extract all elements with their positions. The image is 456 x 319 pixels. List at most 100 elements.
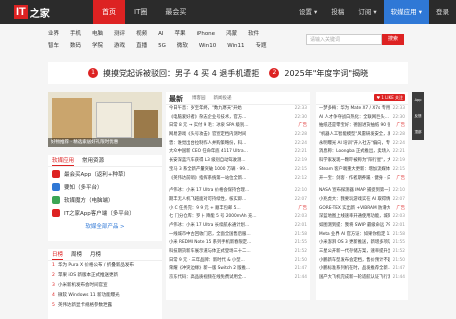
category-link[interactable]: 手机: [70, 28, 81, 40]
news-item[interactable]: 今日午音：岁至年终，"数九寒天"开始 22:33: [166, 105, 310, 114]
news-item[interactable]: 小米 REDMI Note 15 系列手机新春限定… 21:55: [166, 239, 310, 248]
news-item[interactable]: 卢伟冰：小米 17 Ultra 长续航永通计划… 22:01: [166, 222, 310, 231]
category-link[interactable]: 测评: [114, 28, 125, 40]
news-item[interactable]: 日常 8 元 → 实付 9 毛：冰泉 SPA 级别… 广告: [166, 122, 310, 131]
news-item[interactable]: "机器人工智能模型"风雷研发安全，发改…22:28: [316, 131, 408, 140]
news-item[interactable]: 小 C 任务完：9 9 元 + 顺丰包邮 5… 广告: [166, 205, 310, 214]
category-link[interactable]: 业界: [48, 28, 59, 40]
news-item[interactable]: 京东代码：高品质视频在线免费试用全… 21:44: [166, 274, 310, 283]
apps-menu[interactable]: 软媒应用 ▾: [383, 0, 429, 24]
news-item[interactable]: 《电脑爱好者》杂志企业号技术，官方… 22:30: [166, 114, 310, 123]
news-item[interactable]: 科学家发现一颗吓被称为"阳行星"，大气…22:19: [316, 157, 408, 166]
nav-it-circle[interactable]: IT圈: [125, 0, 156, 24]
category-link[interactable]: 微软: [177, 40, 188, 52]
search-input[interactable]: 请输入关键词: [306, 34, 382, 45]
search-button[interactable]: 搜索: [382, 34, 404, 45]
category-link[interactable]: iPhone: [196, 28, 215, 40]
news-item[interactable]: 七 门分仓库：罗卜 降能 5 号 2000mAh 充… 22:03: [166, 213, 310, 222]
tab-blog[interactable]: 博客园: [192, 94, 206, 104]
news-time: 21:44: [392, 275, 405, 281]
nav-home[interactable]: 首页: [93, 0, 125, 24]
news-item[interactable]: 抽纸还是零宝好：德国进货抽纸 90 张 2… 广告: [316, 122, 408, 131]
site-logo[interactable]: IT 之家: [14, 3, 50, 21]
rank-item[interactable]: 1 华为 Pura X 价格公布 / 折叠新品发布: [48, 261, 162, 271]
app-icon: [52, 195, 60, 204]
tab-latest[interactable]: 最新: [169, 94, 183, 104]
category-link[interactable]: 电脑: [92, 28, 103, 40]
feedback-button[interactable]: 反馈: [412, 108, 424, 124]
rank-item[interactable]: 2 苹果 iOS 新版本正式推送更新: [48, 271, 162, 281]
news-time: 21:52: [392, 249, 405, 254]
news-item[interactable]: 《英伟达前哨》指挥系统第一站位全新… 22:12: [166, 175, 310, 184]
news-item[interactable]: Steam 客户端重大更新：增加流媒体功能…22:15: [316, 166, 408, 175]
category-link[interactable]: 智车: [48, 40, 59, 52]
news-item[interactable]: 三星公开新一代存储方案，速率提升显… 21:52: [316, 248, 408, 257]
tab-monthly[interactable]: 月榜: [90, 249, 101, 260]
software-item[interactable]: IT之家App客户端（多平台）: [48, 206, 162, 219]
news-item[interactable]: Meta 业界 AI 官方证：如果你指定 13 岁…21:58: [316, 231, 408, 240]
tab-resources[interactable]: 常用资源: [82, 155, 104, 166]
category-link[interactable]: Win10: [199, 40, 216, 52]
news-item[interactable]: 小鹏新车型发布会定档，售价预计不超… 21:50: [316, 257, 408, 266]
news-item[interactable]: 期丰无人机飞越面对可持续性，核实即… 22:07: [166, 196, 310, 205]
news-item[interactable]: GORE-TEX 实出新 +VIBRAM 防滑大底… 广告: [316, 205, 408, 214]
like-follow-button[interactable]: ♥ 1 LIKE 关注: [374, 94, 405, 101]
news-item[interactable]: 小兆虎大：我要玩游戏实在 AI 取得情况…22:07: [316, 196, 408, 205]
nav-zuihuimai[interactable]: 最会买: [156, 0, 195, 24]
news-item[interactable]: 卢伟冰：小米 17 Ultra 价格会保持合理… 22:10: [166, 187, 310, 196]
software-item[interactable]: 最会买App（返利+种草）: [48, 167, 162, 180]
contribute-link[interactable]: 投稿: [324, 0, 351, 24]
news-item[interactable]: 小米澎湃 OS 3 更新推送，新增多项功能…21:55: [316, 239, 408, 248]
tab-apps[interactable]: 软媒应用: [52, 155, 75, 166]
back-to-top-button[interactable]: 顶部: [412, 124, 424, 140]
news-item[interactable]: 宝马 3 系全新产量突破 1000 万辆 · 99… 22:15: [166, 166, 310, 175]
news-item[interactable]: 国产大飞机完成新一轮适航认证飞行测… 21:44: [316, 274, 408, 283]
category-link[interactable]: 视频: [136, 28, 147, 40]
news-item[interactable]: 深蓝地图上线速率开通使用功能，城际道…22:03: [316, 213, 408, 222]
news-item[interactable]: 网易游戏《头号攻击》官宣定档内测时间 22:28: [166, 131, 310, 140]
news-item[interactable]: 曾：谁觉出台拉制作人并购策略份，科… 22:24: [166, 140, 310, 149]
category-link[interactable]: 5G: [158, 40, 166, 52]
subscribe-menu[interactable]: 订阅 ▾: [351, 0, 383, 24]
news-item[interactable]: AI 人才争夺战白热化：全联网巨头… 22:30: [316, 114, 408, 123]
category-link[interactable]: 鸿蒙: [226, 28, 237, 40]
category-link[interactable]: Win11: [227, 40, 244, 52]
tab-weekly[interactable]: 周榜: [71, 249, 82, 260]
news-item[interactable]: 荣耀《冲突边缘》新一版 Switch 2 版推… 21:47: [166, 265, 310, 274]
news-item[interactable]: 开一宝：剑客 · 作者期养蹊 · 健身 · 白… 广告: [316, 175, 408, 184]
news-item[interactable]: 长安深蓝汽车获得 L3 级别自动驾驶测… 22:19: [166, 157, 310, 166]
category-link[interactable]: 游戏: [114, 40, 125, 52]
news-item[interactable]: 科技期货新车展示道与体正式登场三十二… 21:52: [166, 248, 310, 257]
rank-item[interactable]: 5 英伟达新显卡规格参数泄露: [48, 301, 162, 311]
news-item[interactable]: 如图测到提：我将 SWIP 最级命远 79 … 22:01: [316, 222, 408, 231]
tab-daily[interactable]: 日榜: [52, 249, 64, 260]
news-item[interactable]: 小鹏标准系列机在时，品发推荐全新… 21:47: [316, 265, 408, 274]
news-item[interactable]: 一梦多梅：华为 Mate X7 / X7s 专用… 22:33: [316, 105, 408, 114]
news-item[interactable]: 永明曝光 AI 培训"开入社方"偏向，专行…22:24: [316, 140, 408, 149]
headline-bar: 1 摸摸党起诉被驳回：男子 4 买 4 退手机遭拒 2 2025年"年度字词"揭…: [48, 62, 408, 84]
category-link[interactable]: 软件: [248, 28, 259, 40]
news-item[interactable]: NASA 宣布探测器 IMAP 捕捉到第一束… 22:10: [316, 187, 408, 196]
promo-banner[interactable]: 好物推荐 · 精选家居好礼限时优惠: [48, 92, 162, 147]
category-link[interactable]: 直播: [136, 40, 147, 52]
software-name: IT之家App客户端（多平台）: [64, 210, 135, 217]
news-item[interactable]: 大众中国新 CEO 任命年底 4117 Ultra… 22:21: [166, 148, 310, 157]
category-link[interactable]: 专题: [256, 40, 267, 52]
news-item[interactable]: 一线城市中古回收门店，全面全国售后服… 21:58: [166, 231, 310, 240]
headline-link-2[interactable]: 2025年"年度字词"揭晓: [284, 68, 368, 79]
tab-submit[interactable]: 新闻投递: [214, 94, 232, 104]
app-download-button[interactable]: App: [412, 92, 424, 108]
news-item[interactable]: 消息称：Loongba 正式推出，卖场入 Debian…22:21: [316, 148, 408, 157]
rank-item[interactable]: 3 小米新机发布会时间官宣: [48, 281, 162, 291]
all-products-link[interactable]: 软媒全部产品 >: [48, 219, 162, 232]
software-item[interactable]: 软媒魔方（电脑端）: [48, 193, 162, 206]
category-link[interactable]: 苹果: [174, 28, 185, 40]
category-link[interactable]: 学院: [92, 40, 103, 52]
category-link[interactable]: AI: [158, 28, 163, 40]
settings-menu[interactable]: 设置 ▾: [292, 0, 324, 24]
headline-link-1[interactable]: 摸摸党起诉被驳回：男子 4 买 4 退手机遭拒: [103, 68, 259, 79]
software-item[interactable]: 要知（多平台）: [48, 180, 162, 193]
news-item[interactable]: 日常 9 元 · 三年品牌：新时代 & 小型… 21:50: [166, 257, 310, 266]
category-link[interactable]: 数码: [70, 40, 81, 52]
login-link[interactable]: 登录: [429, 0, 456, 24]
